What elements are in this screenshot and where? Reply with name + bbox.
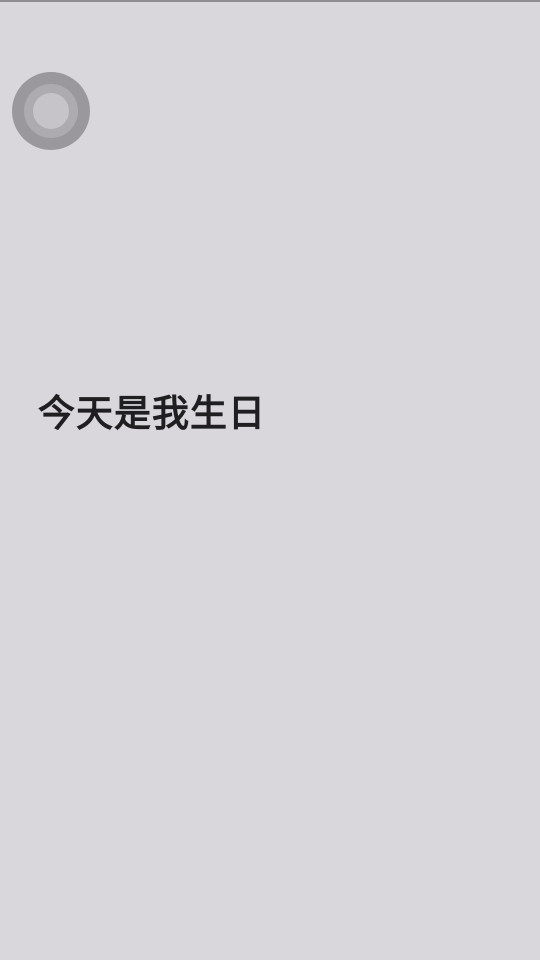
assistive-touch-icon[interactable]	[12, 72, 90, 150]
assistive-touch-center	[33, 93, 69, 129]
message-text: 今天是我生日	[38, 392, 266, 435]
status-bar-edge	[0, 0, 540, 2]
app-screen: 今天是我生日	[0, 0, 540, 960]
